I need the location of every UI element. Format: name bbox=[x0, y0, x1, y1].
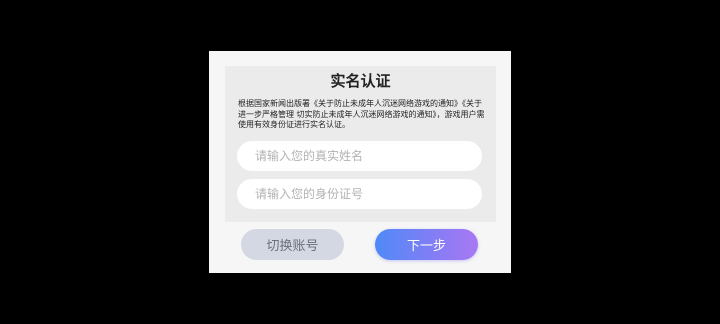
anti-addiction-notice: 根据国家新闻出版署《关于防止未成年人沉迷网络游戏的通知》《关于进一步严格管理 切… bbox=[238, 99, 485, 129]
switch-account-label: 切换账号 bbox=[266, 239, 319, 254]
id-number-input[interactable] bbox=[237, 179, 482, 209]
auth-form-panel: 实名认证 根据国家新闻出版署《关于防止未成年人沉迷网络游戏的通知》《关于进一步严… bbox=[225, 66, 496, 222]
next-step-label: 下一步 bbox=[406, 239, 446, 254]
dialog-title: 实名认证 bbox=[330, 72, 391, 90]
next-step-button[interactable]: 下一步 bbox=[375, 229, 478, 260]
switch-account-button[interactable]: 切换账号 bbox=[241, 229, 344, 260]
real-name-input[interactable] bbox=[237, 141, 482, 171]
real-name-auth-dialog: 实名认证 根据国家新闻出版署《关于防止未成年人沉迷网络游戏的通知》《关于进一步严… bbox=[209, 51, 511, 273]
